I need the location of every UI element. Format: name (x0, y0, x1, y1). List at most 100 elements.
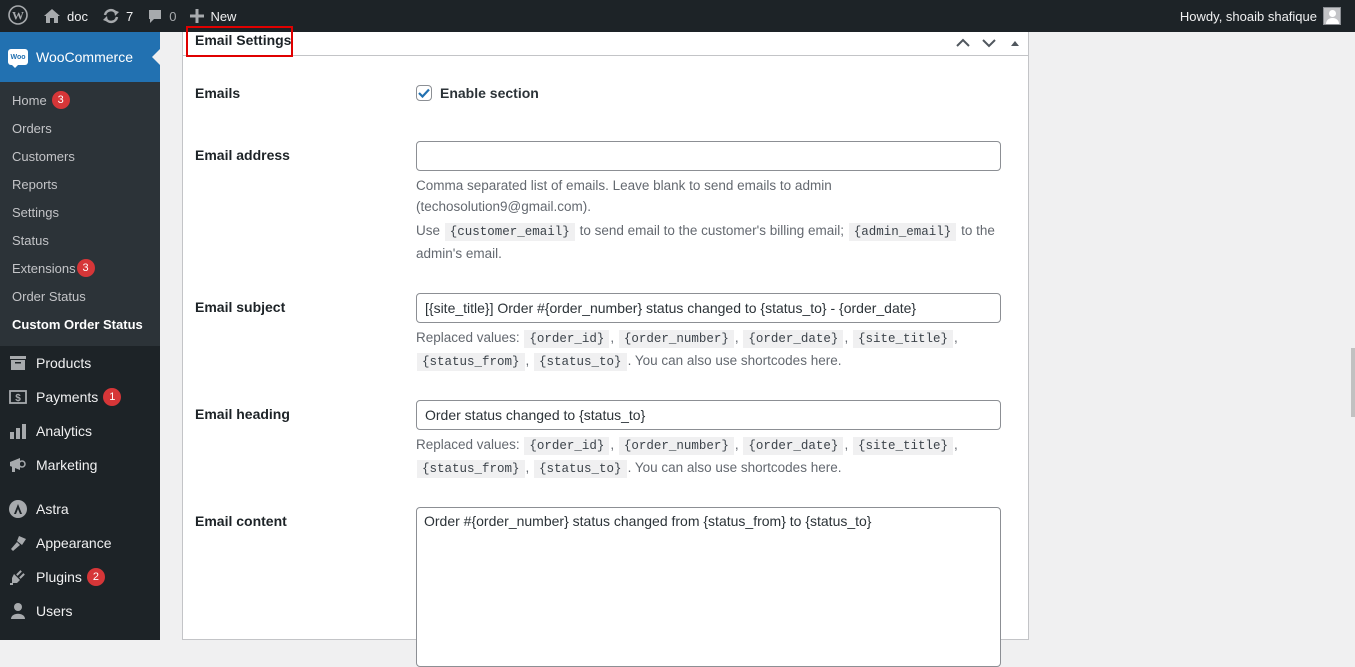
placeholder-code: {order_date} (743, 330, 844, 348)
submenu-label: Home (12, 92, 47, 108)
submenu-label: Status (12, 232, 49, 248)
current-menu-arrow (152, 49, 160, 65)
page-scrollbar[interactable] (1351, 32, 1355, 640)
email-address-description: Comma separated list of emails. Leave bl… (416, 175, 1016, 264)
email-heading-label: Email heading (195, 406, 290, 422)
placeholder-code: {site_title} (852, 330, 953, 348)
submenu-item-customers[interactable]: Customers (0, 142, 160, 170)
description-text: Use {customer_email} to send email to th… (416, 220, 1016, 264)
email-heading-input[interactable]: Order status changed to {status_to} (416, 400, 1001, 430)
submenu-item-extensions[interactable]: Extensions 3 (0, 254, 160, 282)
submenu-item-status[interactable]: Status (0, 226, 160, 254)
submenu-item-settings[interactable]: Settings (0, 198, 160, 226)
placeholder-code: {order_id} (524, 437, 610, 455)
site-name-link[interactable]: doc (36, 0, 95, 32)
sidebar-item-marketing[interactable]: Marketing (0, 448, 160, 482)
submenu-label: Extensions (12, 260, 76, 276)
email-subject-input[interactable]: [{site_title}] Order #{order_number} sta… (416, 293, 1001, 323)
submenu-item-home[interactable]: Home 3 (0, 86, 160, 114)
sidebar-item-astra[interactable]: Astra (0, 492, 160, 526)
placeholder-code: {order_number} (618, 437, 734, 455)
megaphone-icon (8, 455, 28, 475)
placeholder-code: {admin_email} (848, 223, 957, 241)
sidebar-item-woocommerce[interactable]: Woo WooCommerce (0, 32, 160, 82)
sidebar-item-label: Plugins (36, 569, 82, 585)
placeholder-code: {status_to} (534, 353, 627, 371)
placeholder-code: {order_date} (743, 437, 844, 455)
new-label: New (210, 8, 237, 24)
updates-count: 7 (125, 8, 134, 24)
site-name: doc (67, 8, 88, 24)
my-account-menu[interactable]: Howdy, shoaib shafique (1180, 7, 1355, 25)
sidebar-item-users[interactable]: Users (0, 594, 160, 628)
wordpress-icon: W (8, 4, 28, 28)
submenu-label: Settings (12, 204, 59, 220)
plugin-icon (8, 567, 28, 587)
submenu-item-reports[interactable]: Reports (0, 170, 160, 198)
placeholder-code: {customer_email} (444, 223, 575, 241)
email-address-label: Email address (195, 147, 290, 163)
submenu-item-orders[interactable]: Orders (0, 114, 160, 142)
dollar-icon: $ (8, 387, 28, 407)
submenu-item-custom-order-status[interactable]: Custom Order Status (0, 310, 160, 338)
main-menu: Products $ Payments 1 Analytics Marketin… (0, 346, 160, 628)
wordpress-logo-button[interactable]: W (0, 0, 36, 32)
sidebar-item-analytics[interactable]: Analytics (0, 414, 160, 448)
email-content-textarea[interactable]: Order #{order_number} status changed fro… (416, 507, 1001, 667)
admin-bar: W doc 7 0 New Howdy, shoaib shafique (0, 0, 1355, 32)
bar-chart-icon (8, 421, 28, 441)
collapse-toggle-button[interactable] (1005, 32, 1025, 54)
comment-icon (147, 8, 163, 24)
placeholder-code: {status_to} (534, 460, 627, 478)
comments-link[interactable]: 0 (140, 0, 183, 32)
home-icon (43, 8, 61, 24)
submenu-label: Orders (12, 120, 52, 136)
description-fragment: to send email to the customer's billing … (579, 223, 845, 238)
notification-badge: 2 (86, 568, 105, 586)
svg-text:$: $ (15, 393, 21, 404)
email-subject-label: Email subject (195, 299, 286, 315)
panel-header: Email Settings (183, 32, 1028, 56)
placeholder-code: {status_from} (417, 353, 525, 371)
move-up-button[interactable] (953, 32, 973, 54)
notification-badge: 3 (76, 259, 95, 277)
email-address-input[interactable] (416, 141, 1001, 171)
description-text: Comma separated list of emails. Leave bl… (416, 178, 832, 214)
sidebar-item-plugins[interactable]: Plugins 2 (0, 560, 160, 594)
enable-section-checkbox[interactable] (416, 85, 432, 101)
comments-count: 0 (169, 8, 177, 24)
enable-section-text: Enable section (440, 85, 539, 101)
chevron-up-icon (956, 38, 970, 47)
sidebar-item-products[interactable]: Products (0, 346, 160, 380)
placeholder-code: {order_number} (618, 330, 734, 348)
chevron-down-icon (982, 39, 996, 48)
replaced-values-description: Replaced values: {order_id}, {order_numb… (416, 437, 958, 478)
description-fragment: Replaced values: (416, 437, 520, 452)
new-content-link[interactable]: New (183, 0, 243, 32)
move-down-button[interactable] (979, 32, 999, 54)
description-fragment: Replaced values: (416, 330, 520, 345)
description-fragment: . You can also use shortcodes here. (627, 460, 842, 475)
sidebar-item-payments[interactable]: $ Payments 1 (0, 380, 160, 414)
menu-separator (0, 482, 160, 492)
submenu-label: Custom Order Status (12, 316, 143, 332)
description-fragment: . You can also use shortcodes here. (627, 353, 842, 368)
scrollbar-thumb[interactable] (1351, 348, 1355, 417)
description-fragment: Use (416, 223, 441, 238)
submenu-label: Customers (12, 148, 75, 164)
replaced-values-description: Replaced values: {order_id}, {order_numb… (416, 330, 958, 371)
woocommerce-icon: Woo (8, 49, 28, 68)
email-settings-panel: Email Settings Emails Enable section Ema… (182, 32, 1029, 667)
sidebar-item-appearance[interactable]: Appearance (0, 526, 160, 560)
enable-section-checkbox-label[interactable]: Enable section (416, 85, 539, 101)
submenu-label: Reports (12, 176, 58, 192)
triangle-up-icon (1011, 41, 1019, 46)
sidebar-item-label: WooCommerce (36, 49, 133, 65)
updates-link[interactable]: 7 (95, 0, 140, 32)
sidebar-item-label: Products (36, 355, 92, 371)
checkmark-icon (418, 88, 430, 98)
sidebar-item-label: Payments (36, 389, 99, 405)
placeholder-code: {status_from} (417, 460, 525, 478)
howdy-text: Howdy, shoaib shafique (1179, 8, 1317, 24)
submenu-item-order-status[interactable]: Order Status (0, 282, 160, 310)
